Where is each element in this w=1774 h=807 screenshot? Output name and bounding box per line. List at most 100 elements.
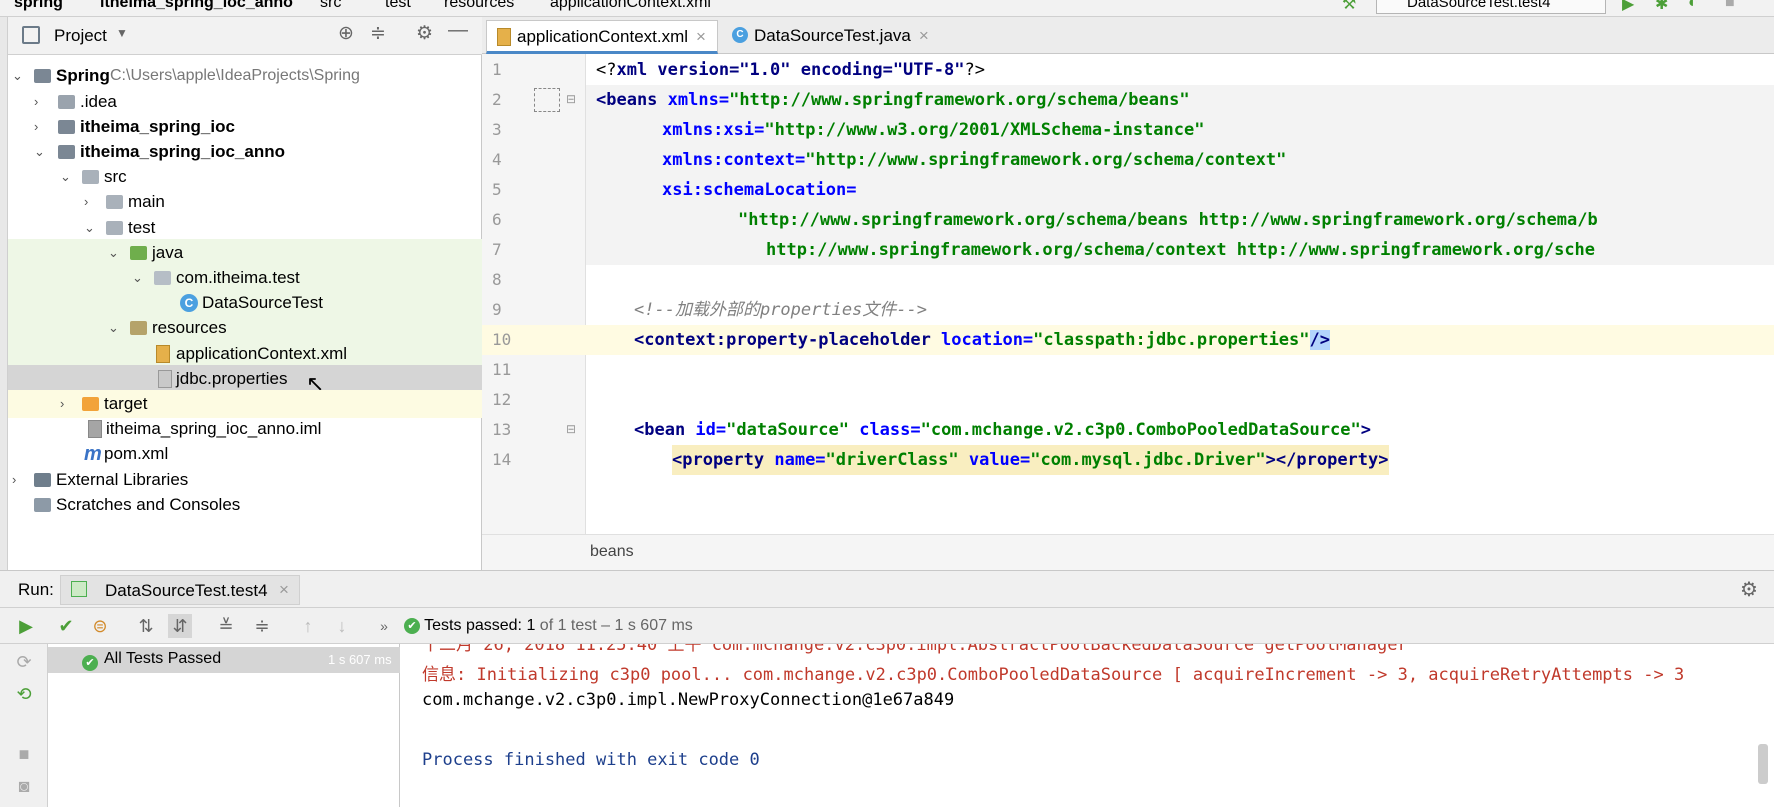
chevron-down-icon[interactable]: ⌄ <box>108 314 119 342</box>
collapse-all-icon[interactable]: ≑ <box>250 614 274 638</box>
tree-label: External Libraries <box>56 470 189 489</box>
run-tab[interactable]: DataSourceTest.test4 × <box>60 575 300 605</box>
tab-datasourcetest[interactable]: C DataSourceTest.java × <box>724 20 934 54</box>
tree-node-scratches[interactable]: Scratches and Consoles <box>8 491 482 519</box>
tree-node-target[interactable]: › target <box>8 390 482 418</box>
code-line: <property name="driverClass" value="com.… <box>586 445 1774 475</box>
tree-node-resources[interactable]: ⌄ resources <box>8 314 482 342</box>
arrow-up-icon[interactable]: ↑ <box>296 614 320 638</box>
sort-alpha-icon[interactable]: ⇅ <box>134 614 158 638</box>
tree-label: itheima_spring_ioc_anno <box>80 142 285 161</box>
tree-node-pom[interactable]: m pom.xml <box>8 440 482 468</box>
stop-icon[interactable]: ■ <box>12 742 36 766</box>
hammer-icon[interactable]: ⚒ <box>1342 0 1356 14</box>
hide-icon[interactable]: — <box>448 19 468 42</box>
collapse-all-icon[interactable]: ≑ <box>370 22 386 45</box>
tree-node-external-libraries[interactable]: › External Libraries <box>8 466 482 494</box>
rerun-icon[interactable]: ▶ <box>14 614 38 638</box>
console-line: 信息: Initializing c3p0 pool... com.mchang… <box>422 665 1685 685</box>
chevron-right-icon[interactable]: › <box>34 113 38 141</box>
chevron-down-icon[interactable]: ⌄ <box>60 163 71 191</box>
editor-breadcrumb-bar: beans <box>482 534 1774 570</box>
breadcrumb-file[interactable]: applicationContext.xml <box>550 0 711 12</box>
resources-folder-icon <box>130 321 147 335</box>
passed-text: Tests passed: <box>424 617 522 634</box>
properties-file-icon <box>158 370 172 388</box>
fold-icon[interactable]: ⊟ <box>566 92 576 106</box>
debug-icon[interactable]: ✱ <box>1655 0 1668 14</box>
fold-icon[interactable]: ⊟ <box>566 422 576 436</box>
tree-node-itheima-spring-ioc-anno[interactable]: ⌄ itheima_spring_ioc_anno <box>8 138 482 166</box>
breadcrumb-module[interactable]: itheima_spring_ioc_anno <box>100 0 293 12</box>
tab-label: DataSourceTest.java <box>754 26 911 45</box>
locate-icon[interactable]: ⊕ <box>338 22 354 45</box>
tree-node-idea[interactable]: › .idea <box>8 88 482 116</box>
code-editor[interactable]: <?xml version="1.0" encoding="UTF-8"?> <… <box>586 54 1774 534</box>
tree-node-main[interactable]: › main <box>8 188 482 216</box>
show-ignored-icon[interactable]: ⊜ <box>88 614 112 638</box>
iml-file-icon <box>88 420 102 438</box>
xml-path-label[interactable]: beans <box>590 543 634 561</box>
sort-duration-icon[interactable]: ⇵ <box>168 614 192 638</box>
chevron-down-icon[interactable]: ▼ <box>116 26 128 40</box>
chevron-right-icon[interactable]: › <box>34 88 38 116</box>
breadcrumb-resources[interactable]: resources <box>444 0 514 12</box>
stop-icon[interactable]: ■ <box>1725 0 1735 12</box>
tree-node-spring[interactable]: ⌄ Spring C:\Users\apple\IdeaProjects\Spr… <box>8 62 482 90</box>
chevron-down-icon[interactable]: ⌄ <box>84 214 95 242</box>
gear-icon[interactable]: ⚙ <box>1740 577 1758 602</box>
tab-applicationcontext[interactable]: applicationContext.xml × <box>486 20 718 54</box>
test-run-icon <box>71 581 87 597</box>
camera-icon[interactable]: ◙ <box>12 774 36 798</box>
code-line: "http://www.springframework.org/schema/b… <box>586 205 1774 235</box>
chevron-right-icon[interactable]: › <box>12 466 16 494</box>
class-icon: C <box>180 294 198 312</box>
show-passed-icon[interactable]: ✔ <box>54 614 78 638</box>
scrollbar[interactable] <box>1758 744 1768 784</box>
console-output[interactable]: 十二月 26, 2018 11:25:40 上午 com.mchange.v2.… <box>400 644 1774 807</box>
chevron-down-icon[interactable]: ⌄ <box>12 62 23 90</box>
tree-item-all-tests[interactable]: ✔ All Tests Passed 1 s 607 ms <box>48 647 400 673</box>
editor-area: applicationContext.xml × C DataSourceTest… <box>482 17 1774 570</box>
spring-bean-icon[interactable] <box>534 88 560 112</box>
more-icon[interactable]: » <box>372 614 396 638</box>
tree-node-java[interactable]: ⌄ java <box>8 239 482 267</box>
run-config-select[interactable]: DataSourceTest.test4 <box>1376 0 1606 14</box>
coverage-icon[interactable]: ◐ <box>1688 0 1698 12</box>
tree-node-src[interactable]: ⌄ src <box>8 163 482 191</box>
chevron-down-icon[interactable]: ⌄ <box>34 138 45 166</box>
gear-icon[interactable]: ⚙ <box>416 22 433 45</box>
tree-node-applicationcontext[interactable]: applicationContext.xml <box>8 340 482 368</box>
tree-label: java <box>152 243 184 262</box>
breadcrumb-test[interactable]: test <box>385 0 411 12</box>
chevron-down-icon[interactable]: ⌄ <box>108 239 119 267</box>
chevron-right-icon[interactable]: › <box>84 188 88 216</box>
expand-all-icon[interactable]: ≚ <box>214 614 238 638</box>
run-icon[interactable]: ▶ <box>1622 0 1634 14</box>
code-line: xmlns:xsi="http://www.w3.org/2001/XMLSch… <box>586 115 1774 145</box>
check-icon: ✔ <box>82 652 98 672</box>
tree-node-datasourcetest[interactable]: C DataSourceTest <box>8 289 482 317</box>
chevron-right-icon[interactable]: › <box>60 390 64 418</box>
breadcrumb-src[interactable]: src <box>320 0 341 12</box>
code-line: <bean id="dataSource" class="com.mchange… <box>634 420 1371 440</box>
project-panel-header: Project ▼ ⊕ ≑ ⚙ — <box>8 17 482 55</box>
chevron-down-icon[interactable]: ⌄ <box>132 264 143 292</box>
tree-node-iml[interactable]: itheima_spring_ioc_anno.iml <box>8 415 482 443</box>
close-icon[interactable]: × <box>919 26 929 45</box>
line-number: 11 <box>492 360 512 379</box>
tree-path: C:\Users\apple\IdeaProjects\Spring <box>110 67 360 84</box>
close-icon[interactable]: × <box>696 27 706 46</box>
tree-node-package[interactable]: ⌄ com.itheima.test <box>8 264 482 292</box>
tree-node-jdbc-properties[interactable]: jdbc.properties ↖ <box>8 365 482 395</box>
tree-node-test[interactable]: ⌄ test <box>8 214 482 242</box>
project-panel-title[interactable]: Project <box>54 26 107 46</box>
folder-icon <box>58 95 75 109</box>
rerun-failed-icon[interactable]: ⟲ <box>12 682 36 706</box>
passed-count: 1 <box>526 617 536 634</box>
breadcrumb-project[interactable]: spring <box>14 0 63 12</box>
tree-node-itheima-spring-ioc[interactable]: › itheima_spring_ioc <box>8 113 482 141</box>
arrow-down-icon[interactable]: ↓ <box>330 614 354 638</box>
toggle-auto-test-icon[interactable]: ⟳ <box>12 650 36 674</box>
close-icon[interactable]: × <box>279 580 289 600</box>
